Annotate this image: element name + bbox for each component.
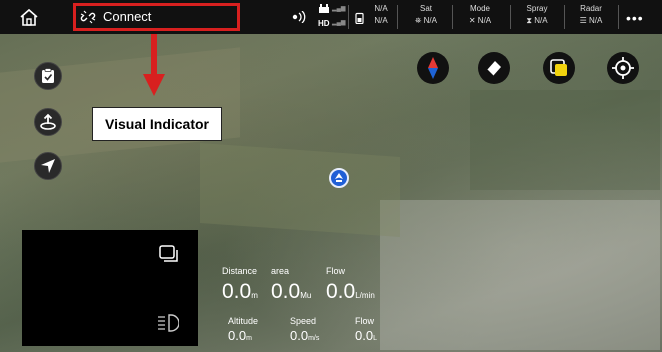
flow-total-label: Flow — [355, 316, 375, 326]
annotation-arrow — [143, 34, 165, 96]
sat-label: Sat — [419, 4, 432, 13]
compass-button[interactable] — [417, 52, 449, 84]
divider — [564, 5, 565, 29]
mode-label: Mode — [469, 4, 490, 13]
signal-bars-icon: ▂▄▆ — [332, 6, 346, 12]
sat-status: Sat ⛯ N/A — [402, 3, 450, 27]
sat-value: N/A — [423, 16, 437, 25]
altitude-unit: m — [246, 335, 252, 342]
map-field — [200, 143, 400, 237]
layers-button[interactable] — [543, 52, 575, 84]
home-icon[interactable] — [18, 7, 40, 27]
compass-icon — [428, 57, 438, 79]
takeoff-button[interactable] — [34, 108, 62, 136]
mode-value: N/A — [477, 16, 492, 25]
altitude-value: 0.0m — [228, 328, 252, 343]
radar-status: Radar ☰ N/A — [566, 3, 616, 27]
divider — [452, 5, 453, 29]
area-value: 0.0Mu — [271, 280, 311, 304]
navigation-arrow-icon — [41, 159, 55, 173]
annotation-text: Visual Indicator — [105, 116, 209, 132]
area-unit: Mu — [300, 291, 312, 300]
area-label: area — [271, 266, 290, 276]
flow-total-unit: L — [373, 335, 377, 342]
altitude-label: Altitude — [228, 316, 259, 326]
recenter-button[interactable] — [607, 52, 639, 84]
eraser-icon — [486, 61, 501, 77]
battery-top-value: N/A — [374, 4, 388, 13]
distance-value: 0.0m — [222, 280, 258, 304]
headlight-icon[interactable] — [157, 314, 179, 332]
controller-icon — [319, 4, 329, 13]
battery-status: N/A N/A — [370, 3, 392, 27]
annotation-highlight-box — [73, 3, 240, 31]
spray-label: Spray — [526, 4, 548, 13]
flow-rate-number: 0.0 — [326, 280, 356, 303]
divider — [397, 5, 398, 29]
altitude-number: 0.0 — [228, 328, 247, 343]
task-button[interactable] — [34, 62, 62, 90]
spray-value: N/A — [534, 16, 548, 25]
radar-value: N/A — [589, 16, 603, 25]
mode-status: Mode ✕ N/A — [455, 3, 505, 27]
distance-label: Distance — [222, 266, 258, 276]
flow-total-number: 0.0 — [355, 328, 374, 343]
drone-position-icon — [329, 168, 349, 188]
speed-unit: m/s — [308, 335, 320, 342]
battery-icon — [355, 12, 364, 24]
area-number: 0.0 — [271, 280, 301, 303]
spray-icon: ⧗ — [526, 16, 533, 25]
divider — [510, 5, 511, 29]
status-bar: Connect HD ▂▄▆ ▂▄▆ N/A N/A Sat ⛯ N/A Mod… — [0, 0, 662, 34]
annotation-label: Visual Indicator — [92, 107, 222, 141]
divider — [348, 5, 349, 29]
signal-bars-icon: ▂▄▆ — [332, 20, 346, 26]
radar-label: Radar — [580, 4, 602, 13]
flow-total-value: 0.0L — [355, 328, 377, 343]
more-menu-button[interactable]: ••• — [626, 10, 644, 26]
flow-rate-unit: L/min — [355, 291, 375, 300]
hd-label: HD — [318, 19, 330, 28]
battery-bottom-value: N/A — [374, 16, 388, 25]
switch-view-icon[interactable] — [159, 245, 179, 263]
speed-label: Speed — [290, 316, 317, 326]
spray-status: Spray ⧗ N/A — [512, 3, 562, 27]
flow-rate-value: 0.0L/min — [326, 280, 375, 304]
eraser-button[interactable] — [478, 52, 510, 84]
radar-icon: ☰ — [579, 16, 587, 25]
speed-value: 0.0m/s — [290, 328, 319, 343]
drone-mode-icon: ✕ — [468, 16, 476, 25]
satellite-icon: ⛯ — [415, 16, 422, 25]
crosshair-icon — [612, 57, 634, 79]
takeoff-icon — [40, 113, 56, 130]
flight-screen: { "topbar": { "connect_label": "Connect"… — [0, 0, 662, 352]
distance-number: 0.0 — [222, 280, 252, 303]
layers-icon — [550, 59, 567, 76]
clipboard-check-icon — [42, 68, 54, 83]
distance-unit: m — [251, 291, 258, 300]
map-village-area — [380, 200, 660, 350]
map-field — [470, 90, 660, 190]
flow-rate-label: Flow — [326, 266, 346, 276]
speed-number: 0.0 — [290, 328, 309, 343]
wifi-signal-icon — [292, 11, 306, 23]
locate-button[interactable] — [34, 152, 62, 180]
divider — [618, 5, 619, 29]
